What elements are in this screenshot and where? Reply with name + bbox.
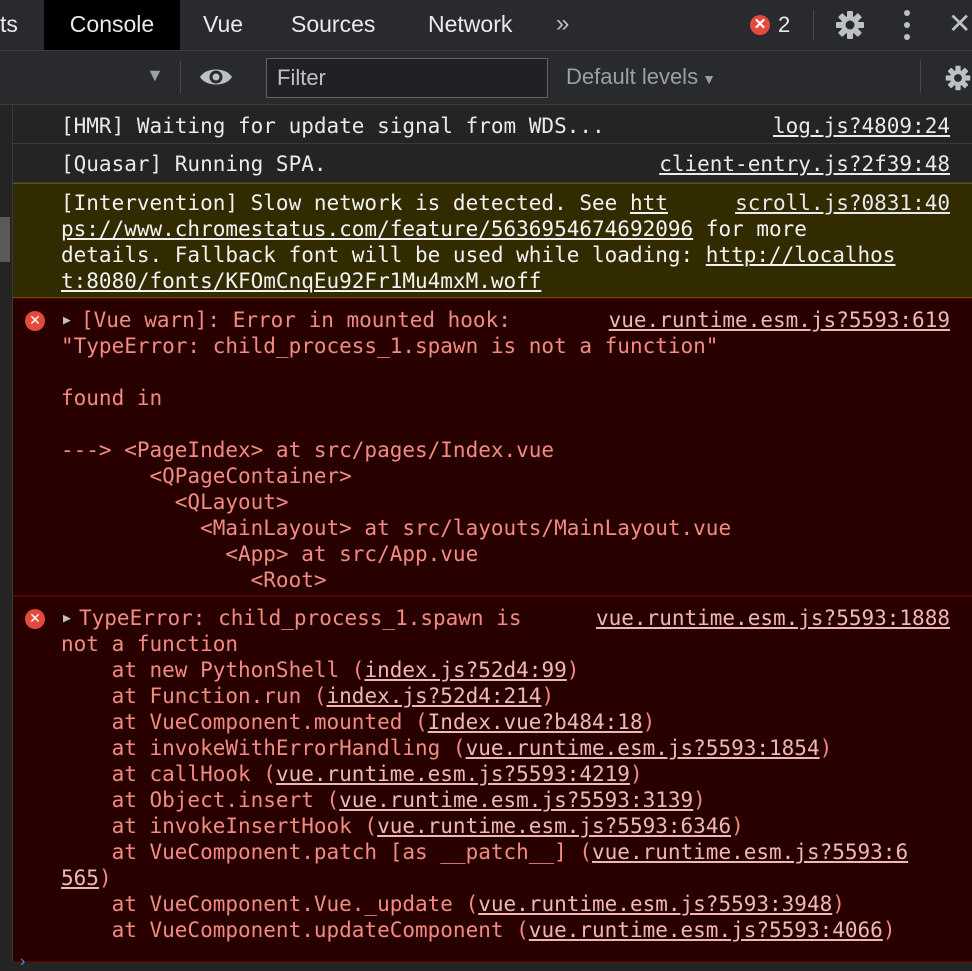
error-line: [Vue warn]: Error in mounted hook: xyxy=(81,308,511,332)
divider xyxy=(813,10,814,40)
error-icon: ✕ xyxy=(25,311,45,331)
stack-frame-link[interactable]: vue.runtime.esm.js?5593:4219 xyxy=(276,762,630,786)
url-link[interactable]: htt xyxy=(630,191,668,215)
error-icon: ✕ xyxy=(750,15,770,35)
stack-frame-link[interactable]: vue.runtime.esm.js?5593:3948 xyxy=(478,892,832,916)
error-line: <MainLayout> at src/layouts/MainLayout.v… xyxy=(61,516,732,540)
message-text: [Quasar] Running SPA. xyxy=(61,152,327,176)
tab-sources[interactable]: Sources xyxy=(291,0,375,50)
tab-elements-truncated[interactable]: ts xyxy=(0,0,30,50)
error-icon: ✕ xyxy=(25,609,45,629)
context-dropdown-arrow-icon[interactable]: ▼ xyxy=(146,65,164,86)
more-tabs-button[interactable]: » xyxy=(556,0,569,50)
log-levels-dropdown[interactable]: Default levels ▼ xyxy=(566,64,716,90)
stack-frame-link[interactable]: vue.runtime.esm.js?5593:4066 xyxy=(529,918,883,942)
stack-frame-link[interactable]: 565 xyxy=(61,866,99,890)
console-messages: [HMR] Waiting for update signal from WDS… xyxy=(13,105,972,962)
console-message-log: [Quasar] Running SPA. client-entry.js?2f… xyxy=(13,144,972,183)
stack-frame: 565) xyxy=(61,866,112,890)
message-text: [HMR] Waiting for update signal from WDS… xyxy=(61,114,605,138)
stack-frame-link[interactable]: vue.runtime.esm.js?5593:6 xyxy=(592,840,908,864)
warning-line: [Intervention] Slow network is detected.… xyxy=(61,191,668,215)
divider xyxy=(920,61,921,93)
divider xyxy=(180,61,181,93)
stack-frame: at Function.run (index.js?52d4:214) xyxy=(61,684,555,708)
url-link[interactable]: t:8080/fonts/KFOmCnqEu92Fr1Mu4mxM.woff xyxy=(61,269,541,293)
live-expression-eye-icon[interactable] xyxy=(198,64,234,90)
error-line: found in xyxy=(61,386,163,410)
filter-input[interactable] xyxy=(266,58,548,98)
source-link[interactable]: client-entry.js?2f39:48 xyxy=(659,151,950,177)
warning-line: ps://www.chromestatus.com/feature/563695… xyxy=(61,217,807,241)
console-message-log: [HMR] Waiting for update signal from WDS… xyxy=(13,105,972,144)
url-link[interactable]: http://localhos xyxy=(706,243,896,267)
error-line: <QPageContainer> xyxy=(61,464,352,488)
stack-frame: at VueComponent.patch [as __patch__] (vu… xyxy=(61,840,909,864)
stack-frame: at invokeInsertHook (vue.runtime.esm.js?… xyxy=(61,814,744,838)
tab-vue[interactable]: Vue xyxy=(203,0,243,50)
stack-frame: at invokeWithErrorHandling (vue.runtime.… xyxy=(61,736,833,760)
log-levels-label: Default levels xyxy=(566,64,699,89)
more-options-icon[interactable] xyxy=(903,10,911,40)
expand-triangle-icon[interactable]: ▶ xyxy=(63,611,71,626)
source-link[interactable]: vue.runtime.esm.js?5593:619 xyxy=(609,307,950,333)
console-toolbar: ▼ Default levels▼ xyxy=(0,51,972,105)
error-line: <Root> xyxy=(61,568,327,592)
error-line: TypeError: child_process_1.spawn is xyxy=(79,606,522,630)
console-message-warning: [Intervention] Slow network is detected.… xyxy=(13,183,972,298)
console-settings-gear-icon[interactable] xyxy=(944,64,972,92)
expand-triangle-icon[interactable]: ▶ xyxy=(63,313,71,328)
error-line: <QLayout> xyxy=(61,490,289,514)
stack-frame: at new PythonShell (index.js?52d4:99) xyxy=(61,658,580,682)
stack-frame: at Object.insert (vue.runtime.esm.js?559… xyxy=(61,788,706,812)
stack-frame-link[interactable]: vue.runtime.esm.js?5593:3139 xyxy=(339,788,693,812)
stack-frame: at VueComponent.updateComponent (vue.run… xyxy=(61,918,896,942)
gutter-scroll-thumb[interactable] xyxy=(0,217,10,262)
stack-frame-link[interactable]: index.js?52d4:99 xyxy=(364,658,566,682)
source-link[interactable]: vue.runtime.esm.js?5593:1888 xyxy=(596,605,950,631)
error-line: ---> <PageIndex> at src/pages/Index.vue xyxy=(61,438,555,462)
chevron-down-icon: ▼ xyxy=(702,71,716,87)
source-link[interactable]: log.js?4809:24 xyxy=(773,113,950,139)
sidebar-gutter xyxy=(0,105,13,962)
settings-gear-icon[interactable] xyxy=(834,9,866,41)
stack-frame-link[interactable]: Index.vue?b484:18 xyxy=(428,710,643,734)
error-count: 2 xyxy=(778,12,791,37)
stack-frame: at callHook (vue.runtime.esm.js?5593:421… xyxy=(61,762,643,786)
console-message-error: ✕ ▶ [Vue warn]: Error in mounted hook: v… xyxy=(13,298,972,596)
tab-console[interactable]: Console xyxy=(44,0,180,50)
tab-network[interactable]: Network xyxy=(428,0,512,50)
url-link[interactable]: ps://www.chromestatus.com/feature/563695… xyxy=(61,217,693,241)
stack-frame-link[interactable]: vue.runtime.esm.js?5593:1854 xyxy=(466,736,820,760)
console-message-error: ✕ ▶ TypeError: child_process_1.spawn is … xyxy=(13,596,972,962)
source-link[interactable]: scroll.js?0831:40 xyxy=(735,190,950,216)
error-line: "TypeError: child_process_1.spawn is not… xyxy=(61,334,719,358)
warning-line: details. Fallback font will be used whil… xyxy=(61,243,896,267)
close-icon[interactable]: ✕ xyxy=(948,8,971,40)
error-counter[interactable]: ✕ 2 xyxy=(750,11,790,39)
warning-line: t:8080/fonts/KFOmCnqEu92Fr1Mu4mxM.woff xyxy=(61,268,541,294)
devtools-tab-bar: ts Console Vue Sources Network » ✕ 2 ✕ xyxy=(0,0,972,51)
error-line: <App> at src/App.vue xyxy=(61,542,479,566)
stack-frame: at VueComponent.mounted (Index.vue?b484:… xyxy=(61,710,656,734)
stack-frame-link[interactable]: vue.runtime.esm.js?5593:6346 xyxy=(377,814,731,838)
stack-frame: at VueComponent.Vue._update (vue.runtime… xyxy=(61,892,845,916)
stack-frame-link[interactable]: index.js?52d4:214 xyxy=(327,684,542,708)
error-line: not a function xyxy=(61,632,239,656)
